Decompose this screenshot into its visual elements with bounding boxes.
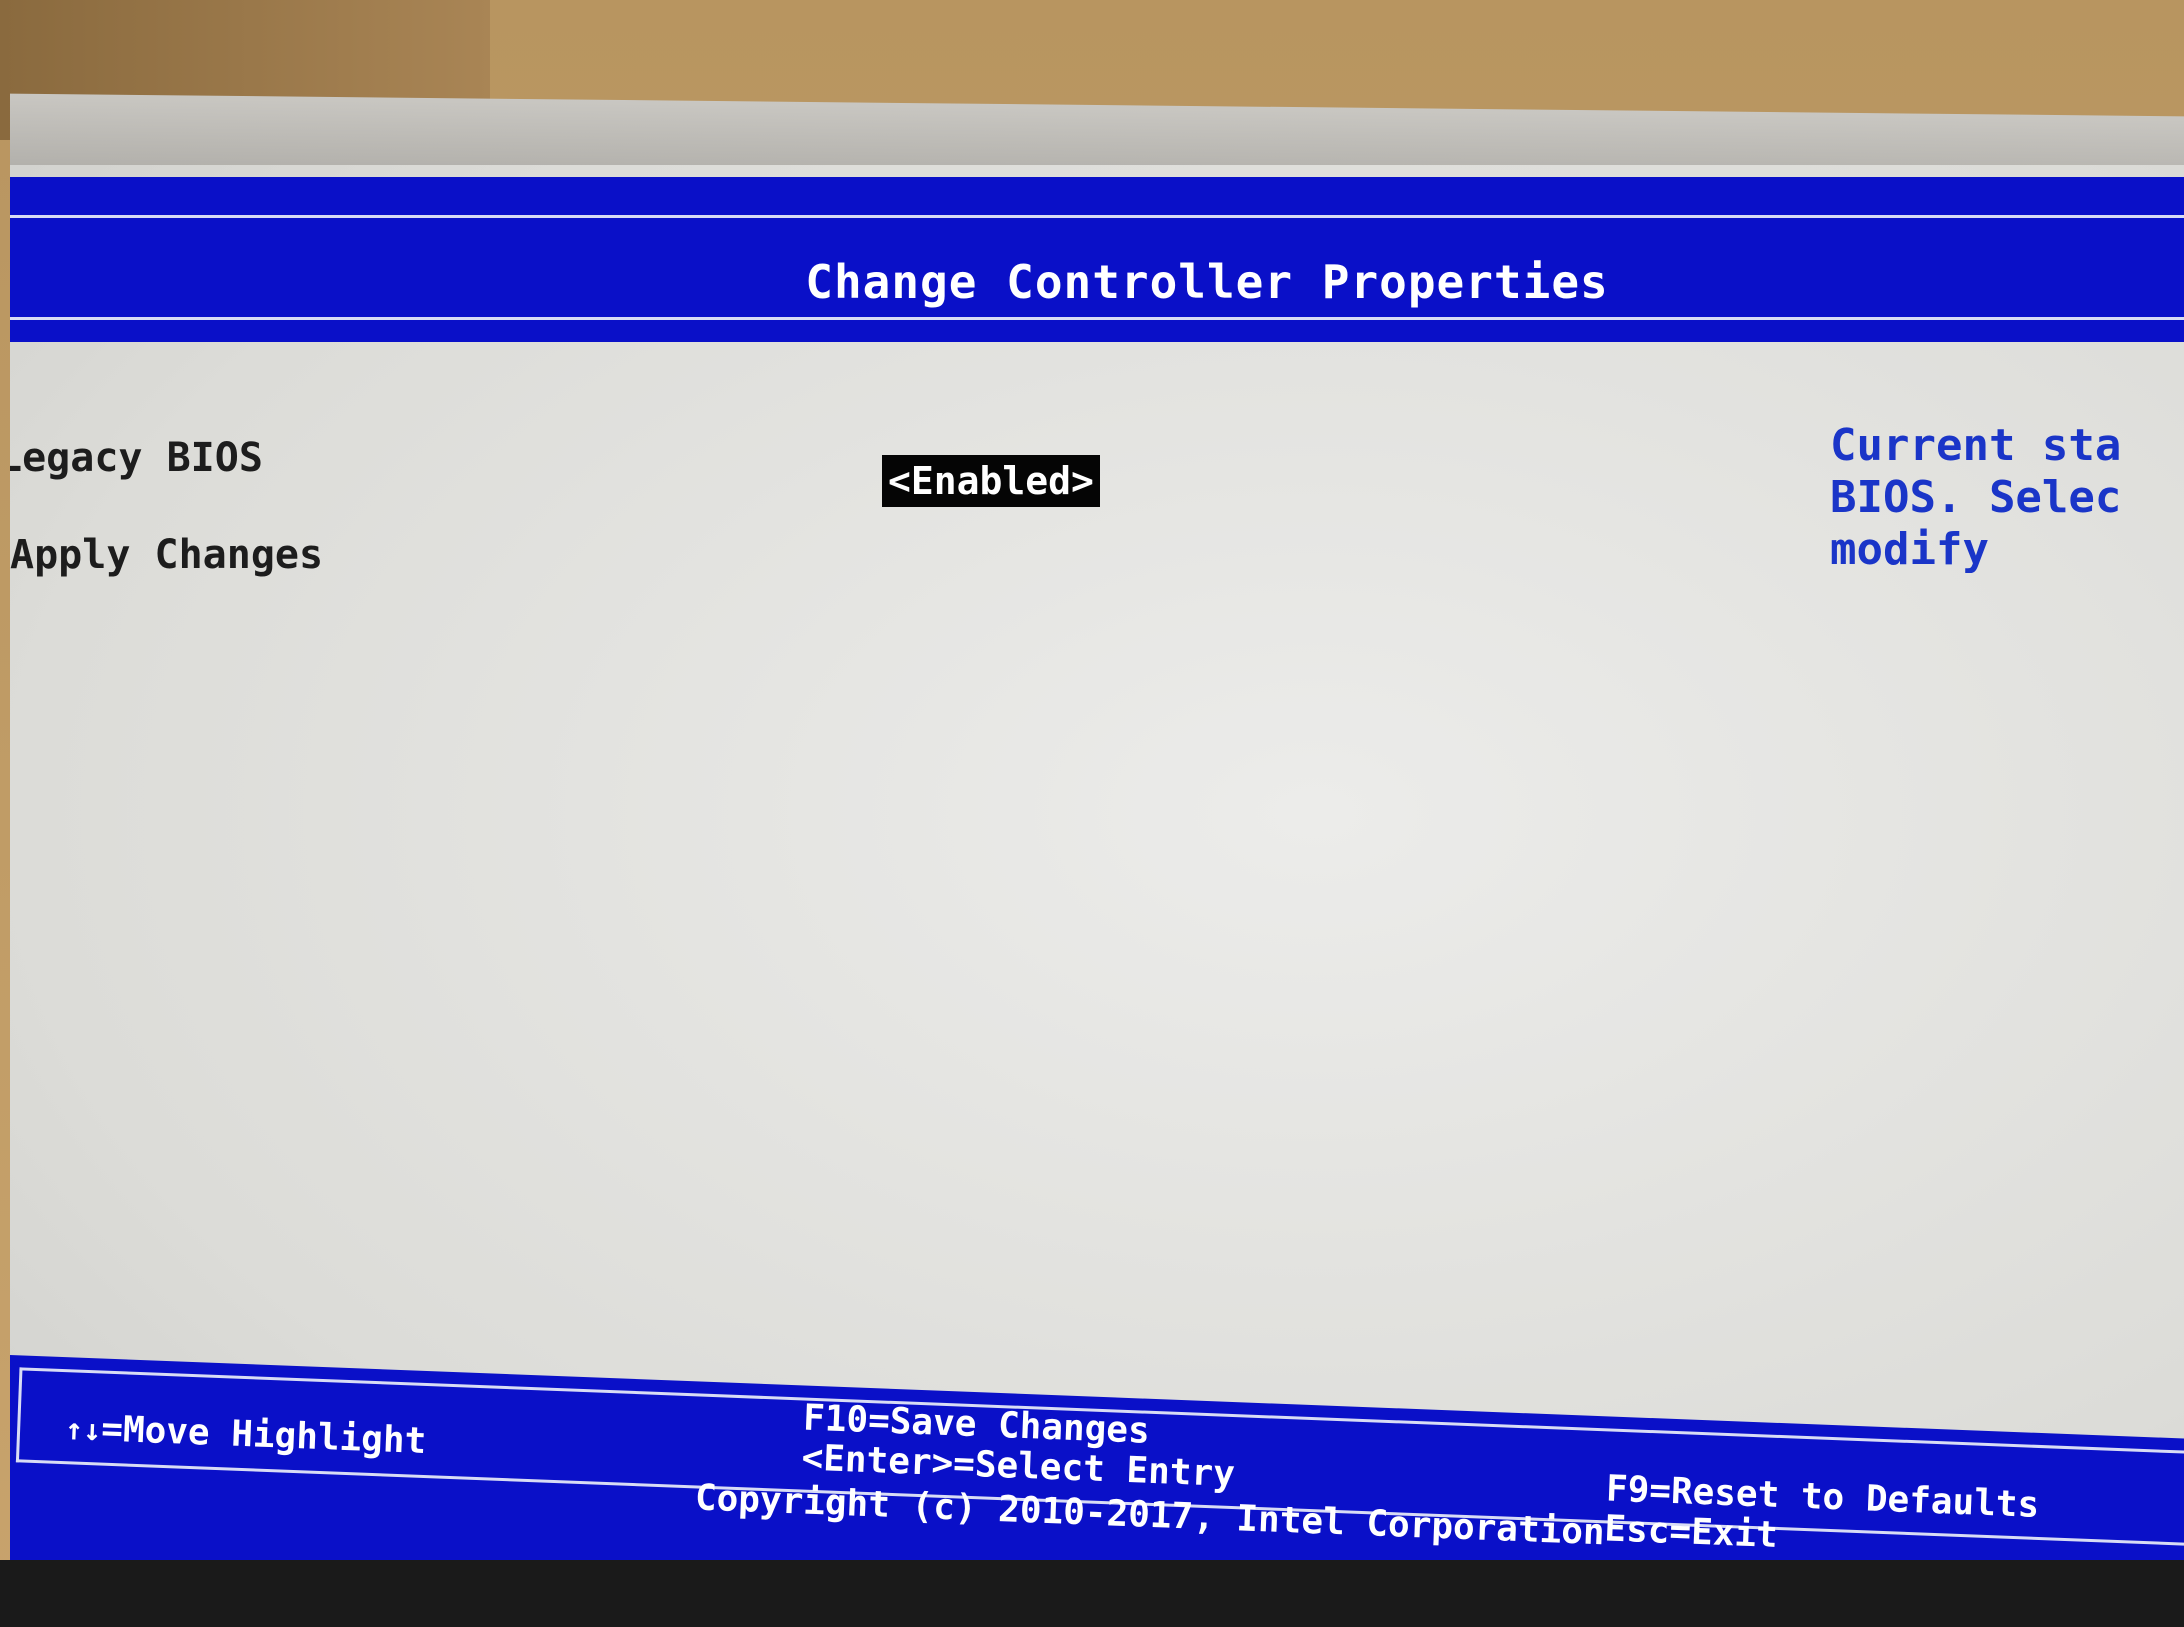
page-title: Change Controller Properties [805, 255, 1609, 309]
bios-screen: Change Controller Properties Legacy BIOS… [10, 165, 2184, 1605]
monitor-bezel-bottom [0, 1560, 2184, 1627]
help-panel-text: Current sta BIOS. Selec modify [1830, 420, 2122, 575]
apply-changes-item[interactable]: Apply Changes [10, 532, 323, 578]
legacy-bios-value-selector[interactable]: <Enabled> [882, 455, 1100, 507]
header-rule-top [10, 215, 2184, 218]
header-rule-bottom [10, 317, 2184, 320]
setting-legacy-bios-label[interactable]: Legacy BIOS [10, 435, 263, 481]
up-down-arrows-icon: ↑↓ [64, 1412, 102, 1449]
header-bar: Change Controller Properties [10, 177, 2184, 342]
footer-exit: Esc=Exit [1603, 1508, 1779, 1556]
